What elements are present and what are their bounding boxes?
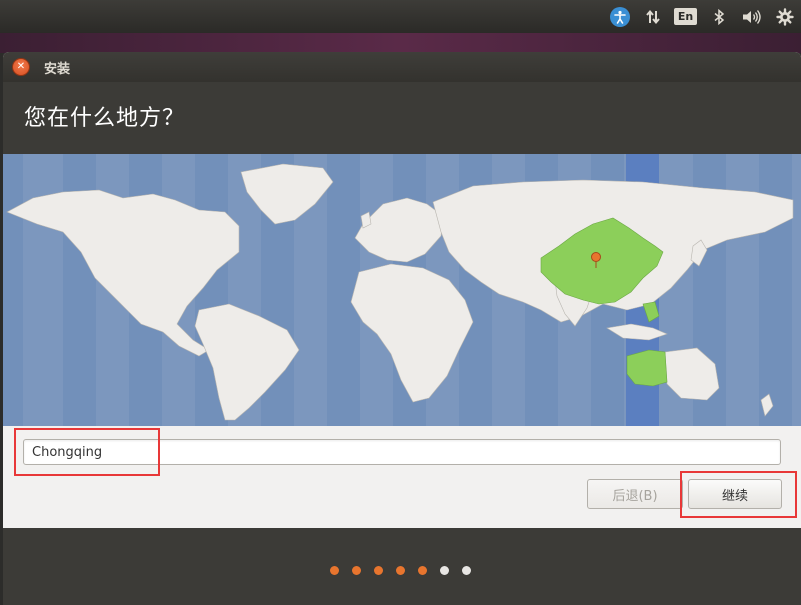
progress-dot xyxy=(396,566,405,575)
bluetooth-icon xyxy=(714,8,724,25)
session-menu[interactable] xyxy=(768,0,801,33)
keyboard-layout-menu[interactable]: En xyxy=(669,0,702,33)
gear-icon xyxy=(775,7,794,26)
keyboard-layout-indicator: En xyxy=(673,8,698,25)
system-tray: En xyxy=(603,0,801,33)
network-arrows-icon xyxy=(645,9,660,24)
sound-menu[interactable] xyxy=(735,0,768,33)
window-titlebar[interactable]: ✕ 安装 xyxy=(3,52,801,82)
europe xyxy=(354,197,444,263)
progress-dot xyxy=(330,566,339,575)
close-button[interactable]: ✕ xyxy=(12,58,30,76)
timezone-map[interactable] xyxy=(3,154,801,426)
back-button[interactable]: 后退(B) xyxy=(587,479,683,509)
installer-window: ✕ 安装 您在什么地方？ Chongqing 后退(B) 继续 xyxy=(3,52,801,605)
page-header: 您在什么地方？ xyxy=(3,82,801,154)
timezone-input[interactable] xyxy=(23,439,781,465)
world-map-svg[interactable] xyxy=(3,154,801,426)
network-menu[interactable] xyxy=(636,0,669,33)
page-title: 您在什么地方？ xyxy=(24,106,186,131)
progress-dot xyxy=(462,566,471,575)
window-title: 安装 xyxy=(44,61,71,77)
australia-west-region xyxy=(626,349,668,387)
progress-dot xyxy=(374,566,383,575)
greenland xyxy=(240,163,334,225)
africa xyxy=(350,263,474,403)
top-panel: En xyxy=(0,0,801,34)
close-icon: ✕ xyxy=(16,61,26,72)
location-form: 后退(B) 继续 xyxy=(3,426,801,528)
desktop-wallpaper xyxy=(0,33,801,53)
progress-dot xyxy=(440,566,449,575)
progress-dots xyxy=(330,566,471,575)
progress-dot xyxy=(352,566,361,575)
continue-button[interactable]: 继续 xyxy=(688,479,782,509)
volume-icon xyxy=(742,9,761,24)
bluetooth-menu[interactable] xyxy=(702,0,735,33)
accessibility-icon xyxy=(609,6,630,27)
progress-footer xyxy=(3,528,801,605)
progress-dot xyxy=(418,566,427,575)
accessibility-menu[interactable] xyxy=(603,0,636,33)
